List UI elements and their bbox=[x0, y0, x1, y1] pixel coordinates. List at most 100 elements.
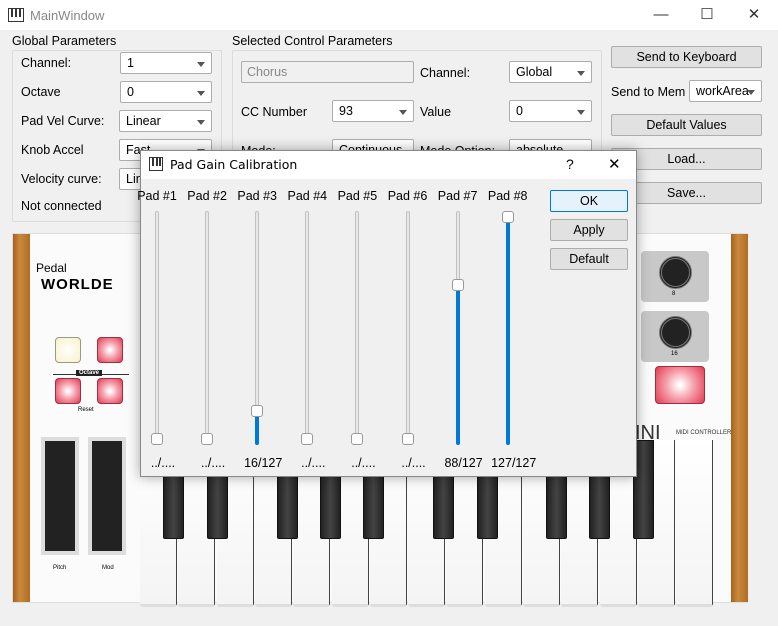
pad-gain-value: ../.... bbox=[301, 456, 326, 470]
right-wood-panel bbox=[731, 234, 748, 602]
pad-label: Pad #2 bbox=[187, 189, 227, 203]
octave-value: 0 bbox=[127, 85, 134, 99]
pad-gain-slider-handle[interactable] bbox=[251, 405, 264, 418]
pad-gain-slider-handle[interactable] bbox=[351, 433, 364, 445]
control-name-field[interactable]: Chorus bbox=[241, 61, 414, 83]
pad-gain-slider-track[interactable] bbox=[155, 211, 159, 445]
pad-gain-slider-fill bbox=[505, 217, 510, 445]
octave-select[interactable]: 0 bbox=[120, 81, 212, 103]
pad-reset-left bbox=[55, 378, 81, 404]
velocity-curve-label: Velocity curve: bbox=[21, 172, 102, 186]
pad-gain-slider-handle[interactable] bbox=[451, 279, 464, 292]
default-button[interactable]: Default bbox=[550, 248, 628, 270]
default-values-button[interactable]: Default Values bbox=[611, 114, 762, 136]
octave-label: Octave bbox=[76, 370, 103, 376]
channel-value: 1 bbox=[127, 56, 134, 70]
pad-gain-calibration-dialog: Pad Gain Calibration ? ✕ Pad #1 ../.... Pa… bbox=[137, 150, 637, 477]
pad-label: Pad #6 bbox=[387, 189, 428, 203]
cc-number-value: 93 bbox=[339, 104, 353, 118]
pedal-label: Pedal bbox=[36, 261, 67, 275]
pad-gain-value: ../.... bbox=[150, 456, 176, 470]
pitch-label: Pitch bbox=[53, 565, 67, 571]
pad-label: Pad #7 bbox=[437, 189, 478, 203]
mod-label: Mod bbox=[102, 565, 114, 571]
knob-accel-label: Knob Accel bbox=[21, 143, 84, 157]
knob-16: 16 bbox=[641, 311, 709, 362]
send-to-keyboard-button[interactable]: Send to Keyboard bbox=[611, 46, 762, 68]
brand-logo: WORLDE bbox=[41, 276, 114, 293]
pitch-wheel bbox=[41, 437, 79, 555]
pad-gain-value: ../.... bbox=[401, 456, 426, 470]
pad-gain-slider-track[interactable] bbox=[305, 211, 310, 445]
cc-number-select[interactable]: 93 bbox=[332, 100, 414, 122]
pad-label: Pad #4 bbox=[287, 189, 328, 203]
pad-label: Pad #1 bbox=[137, 189, 177, 203]
help-button[interactable]: ? bbox=[566, 156, 574, 172]
pad-gain-slider-handle[interactable] bbox=[401, 433, 414, 445]
value-select[interactable]: 0 bbox=[509, 100, 592, 122]
mod-wheel bbox=[88, 437, 126, 555]
value-value: 0 bbox=[516, 104, 523, 118]
chevron-down-icon bbox=[197, 120, 205, 125]
large-pad bbox=[655, 366, 705, 404]
reset-label: Reset bbox=[78, 407, 94, 413]
maximize-button[interactable]: ☐ bbox=[692, 4, 722, 26]
pad-gain-value: 16/127 bbox=[244, 456, 283, 470]
pad-gain-value: 127/127 bbox=[491, 456, 537, 470]
octave-label: Octave bbox=[21, 85, 61, 99]
pad-vel-curve-select[interactable]: Linear bbox=[119, 110, 212, 132]
chevron-down-icon bbox=[399, 110, 407, 115]
window-title: MainWindow bbox=[30, 8, 105, 23]
close-button[interactable]: ✕ bbox=[739, 4, 769, 26]
chevron-down-icon bbox=[747, 90, 755, 95]
pad-gain-slider-handle[interactable] bbox=[151, 433, 163, 445]
global-params-title: Global Parameters bbox=[12, 34, 117, 48]
pad-gain-slider-track[interactable] bbox=[405, 211, 410, 445]
octave-down-pad bbox=[55, 337, 81, 363]
white-key bbox=[676, 440, 714, 607]
app-piano-icon bbox=[8, 8, 24, 22]
pad-reset-right bbox=[97, 378, 123, 404]
dialog-title-bar: Pad Gain Calibration ? ✕ bbox=[141, 151, 636, 179]
pad-gain-slider-fill bbox=[455, 285, 460, 445]
send-to-mem-label: Send to Mem bbox=[611, 85, 686, 99]
sel-channel-select[interactable]: Global bbox=[509, 61, 592, 83]
pad-gain-value: ../.... bbox=[351, 456, 376, 470]
pad-gain-slider-track[interactable] bbox=[355, 211, 360, 445]
channel-label: Channel: bbox=[21, 56, 72, 70]
chevron-down-icon bbox=[577, 110, 585, 115]
app-piano-icon bbox=[149, 157, 163, 171]
send-to-mem-select[interactable]: workArea bbox=[689, 80, 762, 102]
midi-controller-label: MIDI CONTROLLER bbox=[676, 430, 732, 436]
pad-label: Pad #8 bbox=[487, 189, 528, 203]
channel-select[interactable]: 1 bbox=[120, 52, 212, 74]
pad-gain-slider-handle[interactable] bbox=[201, 433, 214, 445]
dialog-title: Pad Gain Calibration bbox=[170, 157, 298, 172]
knob-16-label: 16 bbox=[671, 351, 678, 357]
pad-vel-curve-value: Linear bbox=[126, 114, 161, 128]
pad-vel-curve-label: Pad Vel Curve: bbox=[21, 114, 105, 128]
dialog-close-button[interactable]: ✕ bbox=[608, 155, 621, 173]
octave-up-pad bbox=[97, 337, 123, 363]
knob-8: 8 bbox=[641, 251, 709, 302]
minimize-button[interactable]: — bbox=[646, 4, 676, 26]
pad-label: Pad #3 bbox=[237, 189, 277, 203]
selected-params-title: Selected Control Parameters bbox=[232, 34, 393, 48]
chevron-down-icon bbox=[197, 62, 205, 67]
apply-button[interactable]: Apply bbox=[550, 219, 628, 241]
chevron-down-icon bbox=[197, 91, 205, 96]
ok-button[interactable]: OK bbox=[550, 190, 628, 212]
pad-gain-value: 88/127 bbox=[444, 456, 483, 470]
pad-gain-slider-track[interactable] bbox=[205, 211, 210, 445]
knob-8-label: 8 bbox=[672, 291, 676, 297]
sel-channel-label: Channel: bbox=[420, 66, 471, 80]
pad-gain-slider-handle[interactable] bbox=[501, 211, 514, 223]
send-to-mem-value: workArea bbox=[696, 84, 749, 98]
value-label: Value bbox=[420, 105, 452, 119]
cc-number-label: CC Number bbox=[241, 105, 307, 119]
sel-channel-value: Global bbox=[516, 65, 553, 79]
connection-status: Not connected bbox=[21, 199, 102, 213]
chevron-down-icon bbox=[577, 71, 585, 76]
left-wood-panel bbox=[13, 234, 30, 602]
pad-gain-slider-handle[interactable] bbox=[301, 433, 314, 445]
